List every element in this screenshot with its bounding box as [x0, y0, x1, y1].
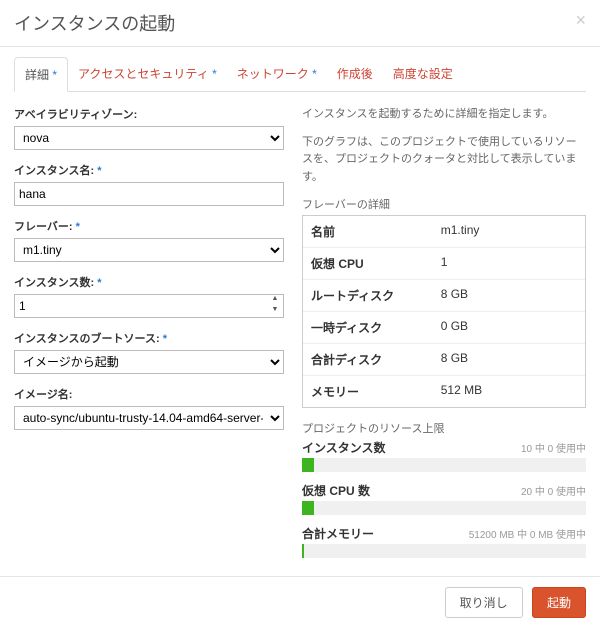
tab-network[interactable]: ネットワーク * [227, 57, 327, 91]
cancel-button[interactable]: 取り消し [445, 587, 523, 618]
flavor-row-vcpu: 仮想 CPU 1 [303, 248, 585, 280]
field-label: インスタンスのブートソース: * [14, 330, 284, 346]
image-name-select[interactable]: auto-sync/ubuntu-trusty-14.04-amd64-serv… [14, 406, 284, 430]
field-label: インスタンス名: * [14, 162, 284, 178]
field-label: フレーバー: * [14, 218, 284, 234]
required-star: * [76, 221, 80, 233]
flavor-row-root-disk: ルートディスク 8 GB [303, 280, 585, 312]
quota-instances: インスタンス数 10 中 0 使用中 [302, 439, 586, 472]
spinner-arrows: ▲ ▼ [268, 295, 282, 317]
flavor-key: メモリー [303, 376, 433, 407]
tab-details[interactable]: 詳細 * [14, 57, 68, 92]
field-instance-name: インスタンス名: * [14, 162, 284, 206]
launch-button[interactable]: 起動 [532, 587, 586, 618]
field-availability-zone: アベイラビリティゾーン: nova [14, 106, 284, 150]
body-columns: アベイラビリティゾーン: nova インスタンス名: * フレーバー: [14, 106, 586, 568]
tab-post-creation[interactable]: 作成後 [327, 57, 383, 91]
quota-fill [302, 501, 314, 515]
tab-label: ネットワーク [237, 67, 309, 81]
quota-fill [302, 458, 314, 472]
required-star: * [52, 68, 57, 82]
flavor-value: 0 GB [433, 312, 585, 343]
flavor-value: 8 GB [433, 280, 585, 311]
field-image-name: イメージ名: auto-sync/ubuntu-trusty-14.04-amd… [14, 386, 284, 430]
field-label: アベイラビリティゾーン: [14, 106, 284, 122]
flavor-key: 合計ディスク [303, 344, 433, 375]
flavor-row-name: 名前 m1.tiny [303, 216, 585, 248]
modal-footer: 取り消し 起動 [0, 576, 600, 628]
flavor-key: 一時ディスク [303, 312, 433, 343]
required-star: * [97, 165, 101, 177]
boot-source-select[interactable]: イメージから起動 [14, 350, 284, 374]
availability-zone-select[interactable]: nova [14, 126, 284, 150]
flavor-key: 名前 [303, 216, 433, 247]
flavor-key: 仮想 CPU [303, 248, 433, 279]
required-star: * [312, 67, 317, 81]
field-flavor: フレーバー: * m1.tiny [14, 218, 284, 262]
quota-name: 仮想 CPU 数 [302, 482, 370, 499]
field-boot-source: インスタンスのブートソース: * イメージから起動 [14, 330, 284, 374]
flavor-value: m1.tiny [433, 216, 585, 247]
required-star: * [97, 277, 101, 289]
instance-name-input[interactable] [14, 182, 284, 206]
quota-limit: 20 中 0 使用中 [521, 483, 586, 498]
flavor-details-title: フレーバーの詳細 [302, 196, 586, 212]
flavor-row-total-disk: 合計ディスク 8 GB [303, 344, 585, 376]
quota-fill [302, 544, 304, 558]
flavor-row-ephemeral-disk: 一時ディスク 0 GB [303, 312, 585, 344]
tab-access-security[interactable]: アクセスとセキュリティ * [68, 57, 227, 91]
flavor-value: 8 GB [433, 344, 585, 375]
quota-section-title: プロジェクトのリソース上限 [302, 420, 586, 436]
tab-label: 作成後 [337, 67, 373, 81]
field-label: インスタンス数: * [14, 274, 284, 290]
launch-instance-modal: インスタンスの起動 × 詳細 * アクセスとセキュリティ * ネットワーク * … [0, 0, 600, 628]
modal-title: インスタンスの起動 [14, 14, 175, 34]
modal-body: 詳細 * アクセスとセキュリティ * ネットワーク * 作成後 高度な設定 アベ… [0, 57, 600, 568]
modal-header: インスタンスの起動 × [0, 0, 600, 47]
quota-limit: 51200 MB 中 0 MB 使用中 [469, 526, 586, 541]
help-text-2: 下のグラフは、このプロジェクトで使用しているリソースを、プロジェクトのクォータと… [302, 134, 586, 187]
tab-label: 詳細 [25, 68, 49, 82]
help-text-1: インスタンスを起動するために詳細を指定します。 [302, 106, 586, 124]
instance-count-input[interactable] [14, 294, 284, 318]
quota-vcpus: 仮想 CPU 数 20 中 0 使用中 [302, 482, 586, 515]
tab-label: アクセスとセキュリティ [78, 67, 209, 81]
quota-name: 合計メモリー [302, 525, 374, 542]
field-label: イメージ名: [14, 386, 284, 402]
quota-bar [302, 544, 586, 558]
form-column: アベイラビリティゾーン: nova インスタンス名: * フレーバー: [14, 106, 284, 568]
tab-bar: 詳細 * アクセスとセキュリティ * ネットワーク * 作成後 高度な設定 [14, 57, 586, 92]
info-column: インスタンスを起動するために詳細を指定します。 下のグラフは、このプロジェクトで… [302, 106, 586, 568]
flavor-value: 512 MB [433, 376, 585, 407]
field-instance-count: インスタンス数: * ▲ ▼ [14, 274, 284, 318]
flavor-key: ルートディスク [303, 280, 433, 311]
required-star: * [212, 67, 217, 81]
flavor-select[interactable]: m1.tiny [14, 238, 284, 262]
quota-bar [302, 458, 586, 472]
quota-bar [302, 501, 586, 515]
flavor-details-table: 名前 m1.tiny 仮想 CPU 1 ルートディスク 8 GB 一時ディスク … [302, 215, 586, 408]
required-star: * [163, 333, 167, 345]
quota-limit: 10 中 0 使用中 [521, 440, 586, 455]
spinner-up-icon[interactable]: ▲ [268, 295, 282, 306]
tab-advanced[interactable]: 高度な設定 [383, 57, 463, 91]
tab-label: 高度な設定 [393, 67, 453, 81]
quota-name: インスタンス数 [302, 439, 386, 456]
close-icon[interactable]: × [575, 10, 586, 31]
spinner-down-icon[interactable]: ▼ [268, 306, 282, 317]
quota-memory: 合計メモリー 51200 MB 中 0 MB 使用中 [302, 525, 586, 558]
flavor-value: 1 [433, 248, 585, 279]
flavor-row-memory: メモリー 512 MB [303, 376, 585, 407]
